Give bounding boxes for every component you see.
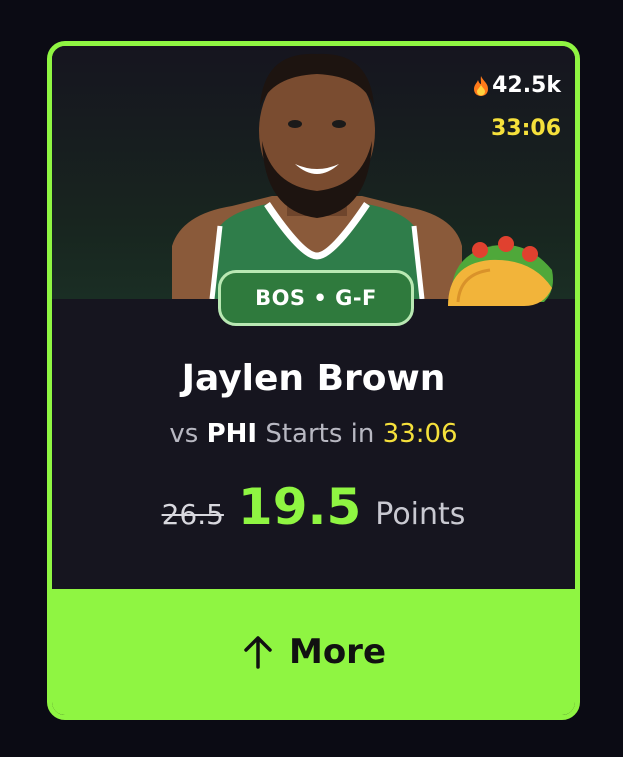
more-button[interactable]: More: [52, 589, 575, 715]
player-prop-card[interactable]: 42.5k 33:06 BOS • G-F Jaylen Brown vs PH…: [47, 41, 580, 720]
flame-icon: [474, 76, 489, 96]
matchup-prefix: vs: [169, 419, 199, 449]
starts-in-label: Starts in: [265, 419, 375, 449]
card-stats: 42.5k 33:06: [472, 72, 561, 141]
original-line: 26.5: [161, 498, 224, 531]
prop-line: 26.5 19.5 Points: [52, 478, 575, 536]
start-time: 33:06: [382, 419, 458, 449]
player-photo: [172, 53, 462, 299]
taco-icon: [448, 236, 553, 306]
player-name: Jaylen Brown: [181, 358, 446, 399]
matchup-info: vs PHI Starts in 33:06: [52, 419, 575, 449]
popularity-value: 42.5k: [492, 73, 561, 98]
team-position-badge: BOS • G-F: [218, 270, 414, 326]
more-button-label: More: [288, 632, 387, 672]
opponent-team: PHI: [206, 419, 258, 449]
arrow-up-icon: [244, 636, 272, 669]
stat-type: Points: [375, 497, 466, 532]
popularity-count: 42.5k: [472, 72, 561, 100]
countdown-timer: 33:06: [490, 116, 561, 141]
player-hero: 42.5k 33:06: [52, 46, 575, 306]
current-line: 19.5: [237, 478, 362, 536]
